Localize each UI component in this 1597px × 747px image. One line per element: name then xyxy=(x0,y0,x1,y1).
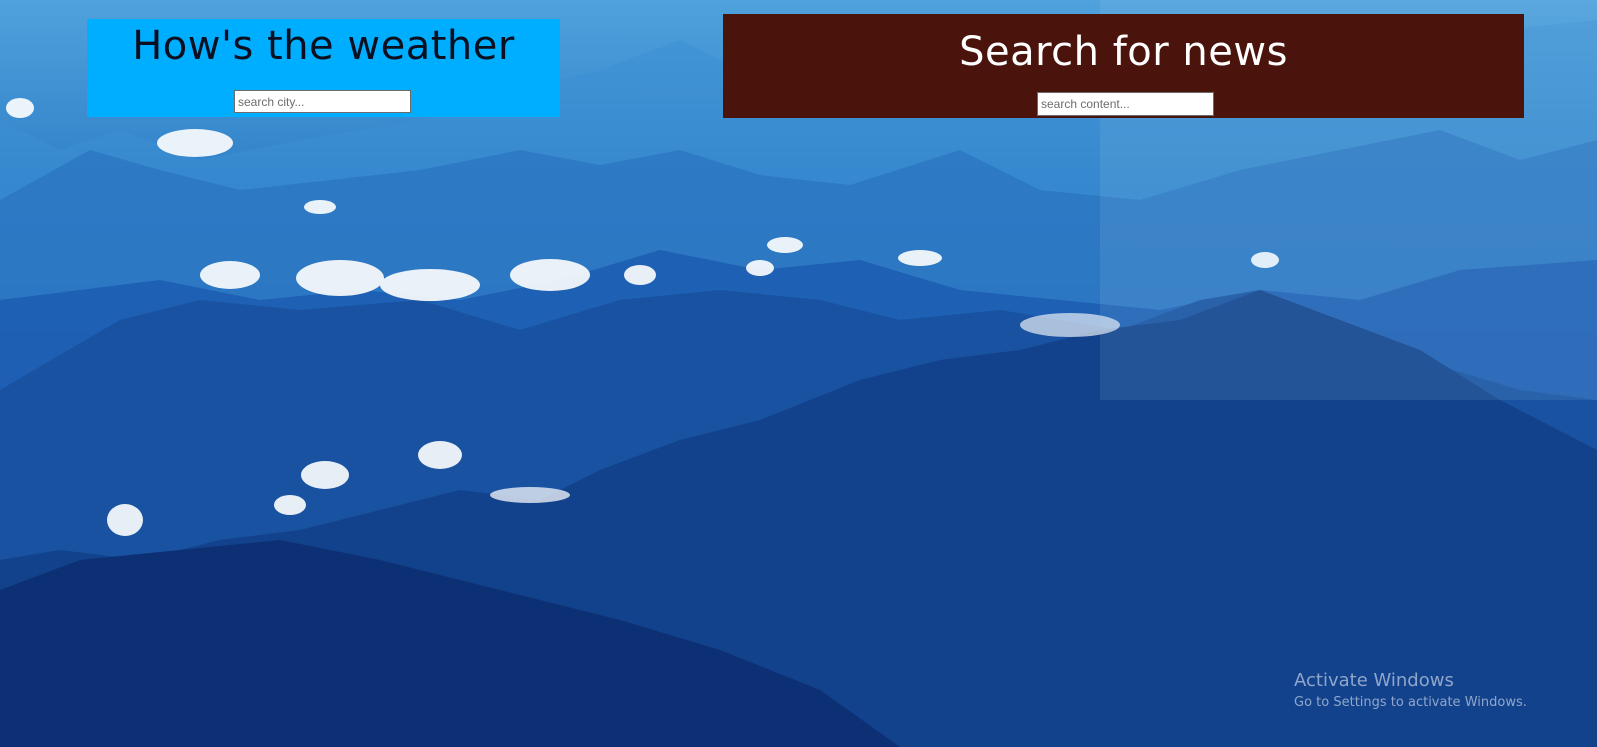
city-search-input[interactable] xyxy=(234,90,411,113)
activate-windows-subtitle: Go to Settings to activate Windows. xyxy=(1294,695,1527,710)
news-panel: Search for news xyxy=(723,14,1524,118)
weather-title: How's the weather xyxy=(132,23,515,69)
activate-windows-watermark: Activate Windows Go to Settings to activ… xyxy=(1294,669,1527,712)
activate-windows-title: Activate Windows xyxy=(1294,670,1454,691)
news-search-input[interactable] xyxy=(1037,92,1214,116)
weather-panel: How's the weather xyxy=(87,19,560,117)
news-title: Search for news xyxy=(959,29,1288,75)
